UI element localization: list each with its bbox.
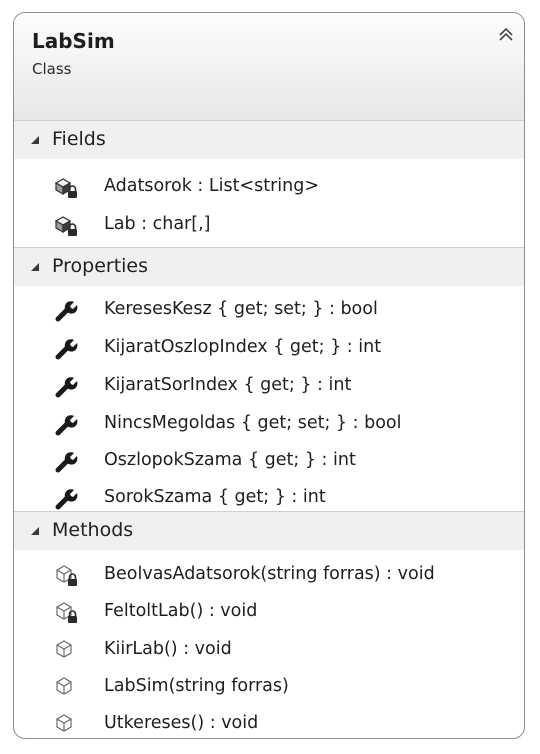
member-label: LabSim(string forras) (104, 676, 289, 696)
section-title: Methods (52, 519, 134, 541)
member-label: OszlopokSzama { get; } : int (104, 450, 356, 470)
class-name: LabSim (32, 29, 115, 53)
member-label: KijaratOszlopIndex { get; } : int (104, 337, 382, 357)
method-item-beolvasadatsorok[interactable]: BeolvasAdatsorok(string forras) : void (14, 556, 524, 594)
collapse-triangle-icon[interactable] (30, 262, 40, 272)
section-header-methods[interactable]: Methods (14, 511, 524, 550)
private-method-icon (54, 563, 78, 587)
wrench-icon (54, 486, 78, 510)
section-header-fields[interactable]: Fields (14, 120, 524, 159)
property-item-kijaratoszlopindex[interactable]: KijaratOszlopIndex { get; } : int (14, 329, 524, 367)
member-label: Utkereses() : void (104, 713, 259, 733)
private-method-icon (54, 600, 78, 624)
property-item-nincsmegoldas[interactable]: NincsMegoldas { get; set; } : bool (14, 405, 524, 443)
double-chevron-up-icon[interactable] (496, 25, 516, 45)
wrench-icon (54, 412, 78, 436)
property-item-kijaratsorindex[interactable]: KijaratSorIndex { get; } : int (14, 367, 524, 405)
collapse-triangle-icon[interactable] (30, 526, 40, 536)
wrench-icon (54, 336, 78, 360)
section-header-properties[interactable]: Properties (14, 247, 524, 286)
class-shape-labsim[interactable]: LabSim Class Fields Adatsorok : List<str… (13, 12, 525, 739)
private-field-icon (54, 175, 78, 199)
member-label: KijaratSorIndex { get; } : int (104, 375, 352, 395)
method-icon (54, 712, 78, 736)
wrench-icon (54, 374, 78, 398)
member-label: NincsMegoldas { get; set; } : bool (104, 413, 402, 433)
method-icon (54, 638, 78, 662)
private-field-icon (54, 213, 78, 237)
member-label: FeltoltLab() : void (104, 601, 258, 621)
method-item-feltoltlab[interactable]: FeltoltLab() : void (14, 593, 524, 631)
property-item-kereseskesz[interactable]: KeresesKesz { get; set; } : bool (14, 291, 524, 329)
method-item-kiirlab[interactable]: KiirLab() : void (14, 631, 524, 669)
member-label: Adatsorok : List<string> (104, 176, 320, 196)
section-title: Fields (52, 128, 106, 150)
member-label: SorokSzama { get; } : int (104, 487, 326, 507)
member-label: BeolvasAdatsorok(string forras) : void (104, 564, 435, 584)
class-header[interactable]: LabSim Class (14, 13, 524, 120)
method-item-utkereses[interactable]: Utkereses() : void (14, 705, 524, 738)
wrench-icon (54, 449, 78, 473)
field-item-lab[interactable]: Lab : char[,] (14, 206, 524, 244)
class-kind-label: Class (32, 60, 72, 78)
field-item-adatsorok[interactable]: Adatsorok : List<string> (14, 168, 524, 206)
collapse-triangle-icon[interactable] (30, 135, 40, 145)
method-icon (54, 675, 78, 699)
member-label: KeresesKesz { get; set; } : bool (104, 299, 378, 319)
property-item-oszlopokszama[interactable]: OszlopokSzama { get; } : int (14, 442, 524, 480)
wrench-icon (54, 298, 78, 322)
section-title: Properties (52, 255, 149, 277)
member-label: KiirLab() : void (104, 639, 232, 659)
member-label: Lab : char[,] (104, 214, 211, 234)
method-item-labsim-constructor[interactable]: LabSim(string forras) (14, 668, 524, 706)
